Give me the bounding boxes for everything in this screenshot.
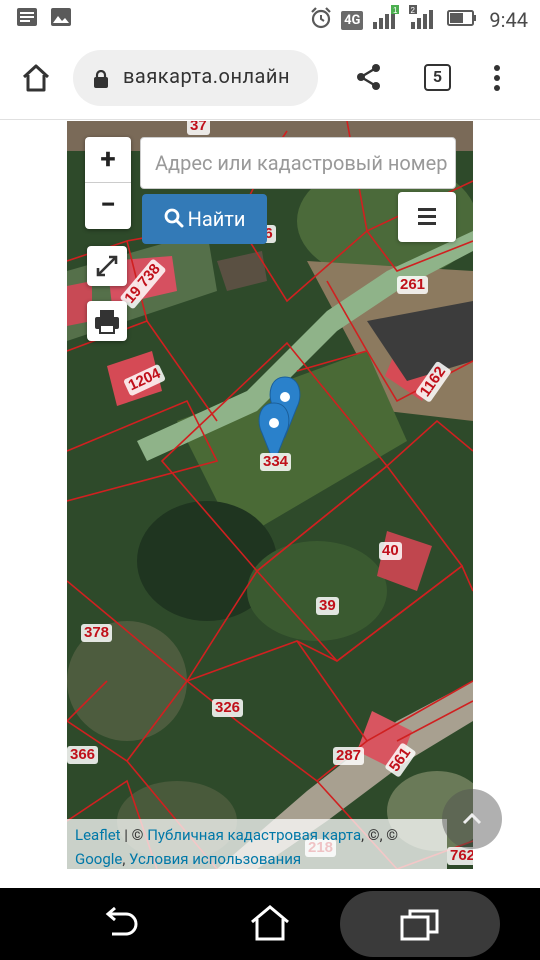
scroll-to-top-button[interactable] <box>442 789 502 849</box>
signal-sim1-icon: 1 <box>371 5 401 35</box>
parcel-label[interactable]: 261 <box>397 276 429 294</box>
share-button[interactable] <box>355 63 383 95</box>
overflow-menu-button[interactable] <box>490 64 504 96</box>
home-button[interactable] <box>18 60 54 96</box>
clock: 9:44 <box>489 8 528 32</box>
share-icon <box>357 64 380 90</box>
parcel-label[interactable]: 334 <box>260 453 292 471</box>
recents-button[interactable] <box>400 908 440 946</box>
layers-menu-button[interactable] <box>398 192 456 242</box>
notification-image-icon <box>50 7 72 31</box>
battery-icon <box>447 9 477 31</box>
expand-icon <box>96 255 118 277</box>
attribution-separator: , ©, © <box>361 826 399 844</box>
search-icon <box>164 196 184 246</box>
zoom-out-button[interactable]: − <box>85 183 131 229</box>
svg-text:1: 1 <box>393 6 398 15</box>
signal-sim2-icon: 2 <box>409 5 439 35</box>
leaflet-link[interactable]: Leaflet <box>75 826 121 844</box>
parcel-label[interactable]: 366 <box>67 746 99 764</box>
network-type-badge: 4G <box>341 10 364 30</box>
parcel-label[interactable]: 378 <box>81 624 113 642</box>
search-button[interactable]: Найти <box>142 194 267 244</box>
parcel-label[interactable]: 37 <box>187 121 210 135</box>
home-icon <box>22 64 50 92</box>
map-view[interactable]: 37 16 19 738 261 1204 1162 334 40 39 378… <box>67 121 473 869</box>
print-button[interactable] <box>87 301 127 341</box>
parcel-label[interactable]: 326 <box>212 699 244 717</box>
browser-toolbar: ваякарта.онлайн 5 <box>0 36 540 120</box>
printer-icon <box>95 310 119 334</box>
parcel-label[interactable]: 40 <box>379 542 402 560</box>
terms-link[interactable]: Условия использования <box>129 850 301 868</box>
recent-apps-icon <box>400 909 439 941</box>
pkk-link[interactable]: Публичная кадастровая карта <box>147 826 361 844</box>
parcel-label[interactable]: 287 <box>333 747 365 765</box>
svg-text:2: 2 <box>411 6 416 15</box>
web-page: 37 16 19 738 261 1204 1162 334 40 39 378… <box>0 121 540 888</box>
zoom-in-button[interactable]: + <box>85 137 131 183</box>
screen: 4G 1 2 9:44 ваякарта.онлайн 5 37 19 738 … <box>0 0 540 960</box>
system-navigation-bar <box>0 888 540 960</box>
chevron-up-icon <box>462 812 482 825</box>
search-button-label: Найти <box>187 207 246 231</box>
back-button[interactable] <box>100 906 140 944</box>
address-bar[interactable]: ваякарта.онлайн <box>73 50 318 106</box>
fullscreen-button[interactable] <box>87 246 127 286</box>
back-arrow-icon <box>105 906 138 936</box>
lock-icon <box>93 69 109 92</box>
google-link[interactable]: Google <box>75 850 122 868</box>
notification-news-icon <box>16 7 38 31</box>
zoom-control: + − <box>85 137 131 229</box>
alarm-icon <box>309 6 333 34</box>
map-attribution: Leaflet | © Публичная кадастровая карта,… <box>67 821 473 869</box>
url-text: ваякарта.онлайн <box>123 64 291 88</box>
home-outline-icon <box>251 905 289 941</box>
home-nav-button[interactable] <box>248 904 292 946</box>
hamburger-menu-icon <box>418 208 436 225</box>
address-search-input[interactable]: Адрес или кадастровый номер <box>140 137 456 189</box>
tab-switcher-button[interactable]: 5 <box>424 64 451 91</box>
attribution-separator: | © <box>120 826 148 844</box>
parcel-label[interactable]: 39 <box>316 597 339 615</box>
status-bar: 4G 1 2 9:44 <box>0 0 540 36</box>
more-vertical-icon <box>494 65 500 91</box>
